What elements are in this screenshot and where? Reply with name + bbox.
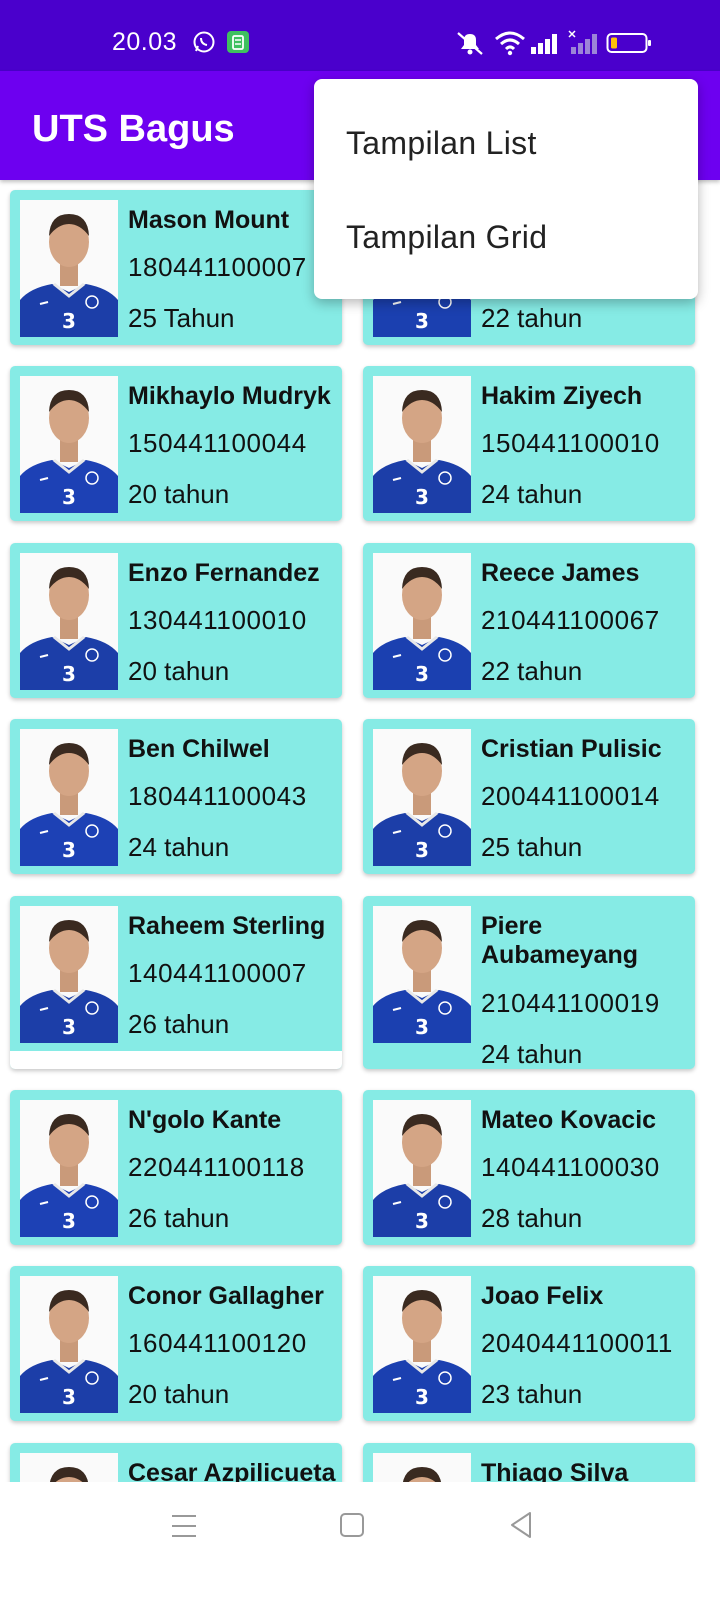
player-nim: 220441100118 bbox=[128, 1152, 305, 1182]
svg-text:3: 3 bbox=[62, 662, 76, 686]
player-card[interactable]: 3 Joao Felix 2040441100011 23 tahun bbox=[363, 1266, 695, 1421]
svg-text:3: 3 bbox=[415, 309, 429, 333]
whatsapp-icon bbox=[193, 31, 215, 53]
player-age: 24 tahun bbox=[128, 832, 230, 862]
player-nim: 2040441100011 bbox=[481, 1328, 673, 1358]
player-nim: 210441100019 bbox=[481, 988, 660, 1018]
player-photo: 3 bbox=[373, 906, 471, 1043]
player-nim: 140441100030 bbox=[481, 1152, 660, 1182]
player-name: Ben Chilwel bbox=[128, 735, 270, 763]
player-photo: 3 bbox=[373, 729, 471, 866]
player-photo: 3 bbox=[20, 1276, 118, 1413]
player-nim: 180441100043 bbox=[128, 781, 307, 811]
svg-text:3: 3 bbox=[62, 1209, 76, 1233]
player-age: 20 tahun bbox=[128, 479, 230, 509]
player-grid[interactable]: 3 Mason Mount 180441100007 25 Tahun 3 22 tahu… bbox=[0, 180, 720, 1510]
status-bar: 20.03 bbox=[0, 0, 720, 71]
player-card[interactable]: 3 Piere Aubameyang 210441100019 24 tahun bbox=[363, 896, 695, 1069]
player-nim: 210441100067 bbox=[481, 605, 660, 635]
player-card[interactable]: 3 Raheem Sterling 140441100007 26 tahun bbox=[10, 896, 342, 1069]
player-age: 28 tahun bbox=[481, 1203, 583, 1233]
player-age: 22 tahun bbox=[481, 303, 583, 333]
player-age: 25 tahun bbox=[481, 832, 583, 862]
player-age: 25 Tahun bbox=[128, 303, 235, 333]
player-card[interactable]: 3 Mikhaylo Mudryk 150441100044 20 tahun bbox=[10, 366, 342, 521]
player-card[interactable]: 3 Ben Chilwel 180441100043 24 tahun bbox=[10, 719, 342, 874]
player-photo: 3 bbox=[20, 906, 118, 1043]
player-nim: 200441100014 bbox=[481, 781, 660, 811]
signal-no-sim-icon bbox=[568, 30, 597, 54]
player-age: 20 tahun bbox=[128, 1379, 230, 1409]
player-name: Mikhaylo Mudryk bbox=[128, 382, 331, 410]
menu-item-list-view[interactable]: Tampilan List bbox=[346, 125, 537, 162]
player-card[interactable]: 3 Hakim Ziyech 150441100010 24 tahun bbox=[363, 366, 695, 521]
player-photo: 3 bbox=[373, 553, 471, 690]
battery-low-icon bbox=[606, 33, 651, 53]
player-photo: 3 bbox=[373, 1100, 471, 1237]
status-time: 20.03 bbox=[112, 28, 178, 56]
player-nim: 150441100010 bbox=[481, 428, 660, 458]
player-photo: 3 bbox=[20, 553, 118, 690]
svg-text:3: 3 bbox=[62, 1385, 76, 1409]
player-name: Piere Aubameyang bbox=[481, 912, 638, 969]
player-card[interactable]: 3 Cristian Pulisic 200441100014 25 tahun bbox=[363, 719, 695, 874]
card-footer bbox=[10, 1051, 342, 1069]
player-card[interactable]: 3 Mason Mount 180441100007 25 Tahun bbox=[10, 190, 342, 345]
player-name: Enzo Fernandez bbox=[128, 559, 320, 587]
svg-text:3: 3 bbox=[415, 662, 429, 686]
player-nim: 160441100120 bbox=[128, 1328, 307, 1358]
player-nim: 150441100044 bbox=[128, 428, 307, 458]
player-name: Cristian Pulisic bbox=[481, 735, 662, 763]
player-card[interactable]: 3 Mateo Kovacic 140441100030 28 tahun bbox=[363, 1090, 695, 1245]
app-notification-icon bbox=[227, 31, 249, 53]
svg-text:3: 3 bbox=[415, 838, 429, 862]
player-name: N'golo Kante bbox=[128, 1106, 282, 1134]
signal-icon bbox=[531, 34, 557, 54]
svg-text:3: 3 bbox=[62, 485, 76, 509]
menu-item-grid-view[interactable]: Tampilan Grid bbox=[346, 219, 547, 256]
svg-text:3: 3 bbox=[415, 1209, 429, 1233]
player-name: Raheem Sterling bbox=[128, 912, 326, 940]
menu-lines-icon[interactable] bbox=[170, 1512, 198, 1540]
overflow-menu: Tampilan List Tampilan Grid bbox=[314, 79, 698, 299]
player-name: Hakim Ziyech bbox=[481, 382, 643, 410]
mute-icon bbox=[457, 32, 483, 55]
svg-text:3: 3 bbox=[62, 1015, 76, 1039]
player-name: Mason Mount bbox=[128, 206, 290, 234]
player-age: 26 tahun bbox=[128, 1009, 230, 1039]
svg-text:3: 3 bbox=[62, 309, 76, 333]
player-photo: 3 bbox=[20, 1100, 118, 1237]
player-card[interactable]: 3 Reece James 210441100067 22 tahun bbox=[363, 543, 695, 698]
player-nim: 130441100010 bbox=[128, 605, 307, 635]
player-age: 20 tahun bbox=[128, 656, 230, 686]
player-card[interactable]: 3 Enzo Fernandez 130441100010 20 tahun bbox=[10, 543, 342, 698]
player-photo: 3 bbox=[20, 729, 118, 866]
player-nim: 140441100007 bbox=[128, 958, 307, 988]
svg-text:3: 3 bbox=[415, 1385, 429, 1409]
player-name: Mateo Kovacic bbox=[481, 1106, 657, 1134]
player-photo: 3 bbox=[20, 200, 118, 337]
player-photo: 3 bbox=[373, 1276, 471, 1413]
player-nim: 180441100007 bbox=[128, 252, 307, 282]
player-card[interactable]: 3 N'golo Kante 220441100118 26 tahun bbox=[10, 1090, 342, 1245]
app-title: UTS Bagus bbox=[32, 108, 235, 150]
home-square-icon[interactable] bbox=[339, 1512, 365, 1538]
player-card[interactable]: 3 Conor Gallagher 160441100120 20 tahun bbox=[10, 1266, 342, 1421]
navigation-bar bbox=[0, 1482, 720, 1600]
player-photo: 3 bbox=[373, 376, 471, 513]
player-age: 24 tahun bbox=[481, 479, 583, 509]
player-name: Conor Gallagher bbox=[128, 1282, 324, 1310]
player-name: Reece James bbox=[481, 559, 640, 587]
svg-text:3: 3 bbox=[62, 838, 76, 862]
player-age: 22 tahun bbox=[481, 656, 583, 686]
player-name: Joao Felix bbox=[481, 1282, 604, 1310]
player-age: 26 tahun bbox=[128, 1203, 230, 1233]
svg-text:3: 3 bbox=[415, 1015, 429, 1039]
player-age: 23 tahun bbox=[481, 1379, 583, 1409]
svg-text:3: 3 bbox=[415, 485, 429, 509]
player-age: 24 tahun bbox=[481, 1039, 583, 1069]
player-photo: 3 bbox=[20, 376, 118, 513]
wifi-icon bbox=[495, 31, 525, 56]
back-triangle-icon[interactable] bbox=[508, 1510, 534, 1540]
